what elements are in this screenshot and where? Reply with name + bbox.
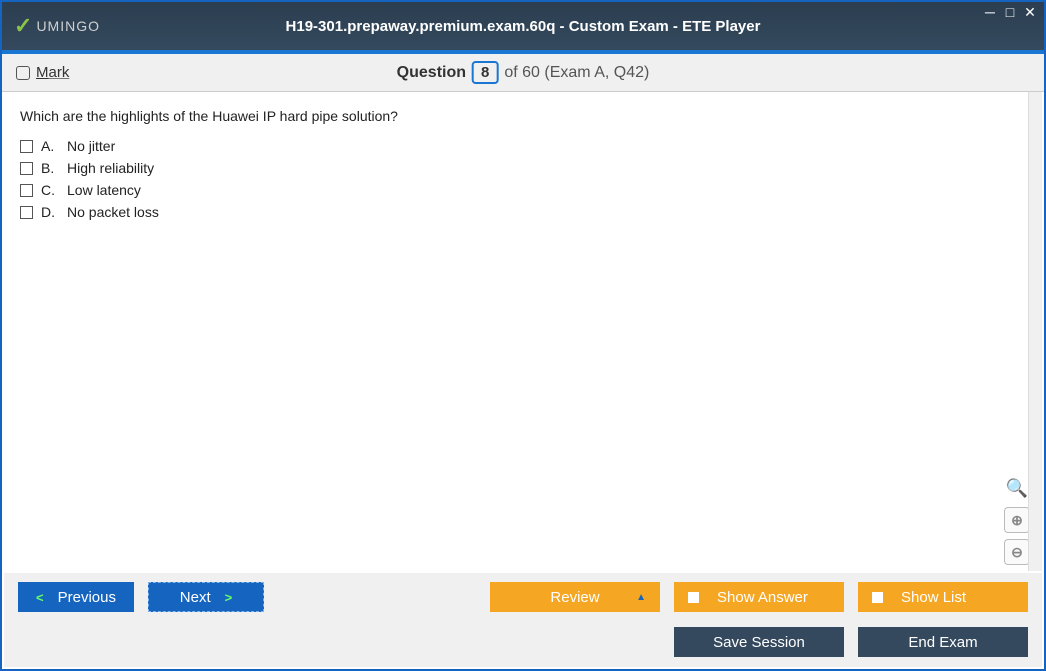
button-label: Show Answer [717, 589, 808, 606]
button-label: Previous [58, 589, 116, 606]
option-text: No jitter [67, 138, 115, 154]
button-label: End Exam [908, 634, 977, 651]
option-a[interactable]: A. No jitter [20, 138, 1026, 154]
button-label: Next [180, 589, 211, 606]
triangle-up-icon: ▲ [636, 592, 646, 603]
search-icon[interactable]: 🔍 [1004, 475, 1030, 501]
checkbox-icon[interactable] [20, 206, 33, 219]
show-list-button[interactable]: Show List [858, 582, 1028, 612]
button-label: Show List [901, 589, 966, 606]
checkbox-icon[interactable] [20, 184, 33, 197]
minimize-button[interactable]: ─ [982, 4, 998, 20]
next-button[interactable]: Next > [148, 582, 264, 612]
button-label: Save Session [713, 634, 805, 651]
mark-label: Mark [36, 64, 69, 81]
window-controls: ─ □ ✕ [982, 4, 1038, 20]
checkbox-icon[interactable] [20, 140, 33, 153]
content-area: Which are the highlights of the Huawei I… [2, 92, 1044, 575]
scrollbar[interactable] [1028, 92, 1042, 571]
end-exam-button[interactable]: End Exam [858, 627, 1028, 657]
close-button[interactable]: ✕ [1022, 4, 1038, 20]
previous-button[interactable]: < Previous [18, 582, 134, 612]
logo-check-icon: ✓ [14, 13, 32, 39]
option-b[interactable]: B. High reliability [20, 160, 1026, 176]
question-text: Which are the highlights of the Huawei I… [20, 108, 1026, 124]
checkbox-icon[interactable] [20, 162, 33, 175]
question-word: Question [397, 64, 466, 82]
option-text: Low latency [67, 182, 141, 198]
button-label: Review [550, 589, 599, 606]
option-d[interactable]: D. No packet loss [20, 204, 1026, 220]
option-letter: C. [41, 182, 59, 198]
question-suffix: of 60 (Exam A, Q42) [504, 64, 649, 82]
option-letter: D. [41, 204, 59, 220]
show-answer-button[interactable]: Show Answer [674, 582, 844, 612]
save-session-button[interactable]: Save Session [674, 627, 844, 657]
options-list: A. No jitter B. High reliability C. Low … [20, 138, 1026, 220]
zoom-in-icon[interactable]: ⊕ [1004, 507, 1030, 533]
review-button[interactable]: Review ▲ [490, 582, 660, 612]
option-letter: B. [41, 160, 59, 176]
button-row-2: Save Session End Exam [4, 621, 1042, 667]
mark-checkbox-group[interactable]: Mark [16, 64, 69, 81]
logo-text: UMINGO [36, 18, 100, 34]
question-indicator: Question 8 of 60 (Exam A, Q42) [397, 61, 650, 84]
mark-checkbox[interactable] [16, 66, 30, 80]
logo: ✓ UMINGO [14, 13, 100, 39]
option-letter: A. [41, 138, 59, 154]
question-bar: Mark Question 8 of 60 (Exam A, Q42) [2, 54, 1044, 92]
option-c[interactable]: C. Low latency [20, 182, 1026, 198]
chevron-right-icon: > [225, 590, 233, 605]
side-tools: 🔍 ⊕ ⊖ [1004, 475, 1030, 565]
window-title: H19-301.prepaway.premium.exam.60q - Cust… [286, 18, 761, 35]
square-icon [688, 592, 699, 603]
question-number: 8 [472, 61, 498, 84]
titlebar: ✓ UMINGO H19-301.prepaway.premium.exam.6… [2, 2, 1044, 50]
button-row-1: < Previous Next > Review ▲ Show Answer S… [4, 573, 1042, 621]
chevron-left-icon: < [36, 590, 44, 605]
footer: < Previous Next > Review ▲ Show Answer S… [4, 573, 1042, 667]
zoom-out-icon[interactable]: ⊖ [1004, 539, 1030, 565]
option-text: No packet loss [67, 204, 159, 220]
maximize-button[interactable]: □ [1002, 4, 1018, 20]
option-text: High reliability [67, 160, 154, 176]
square-icon [872, 592, 883, 603]
